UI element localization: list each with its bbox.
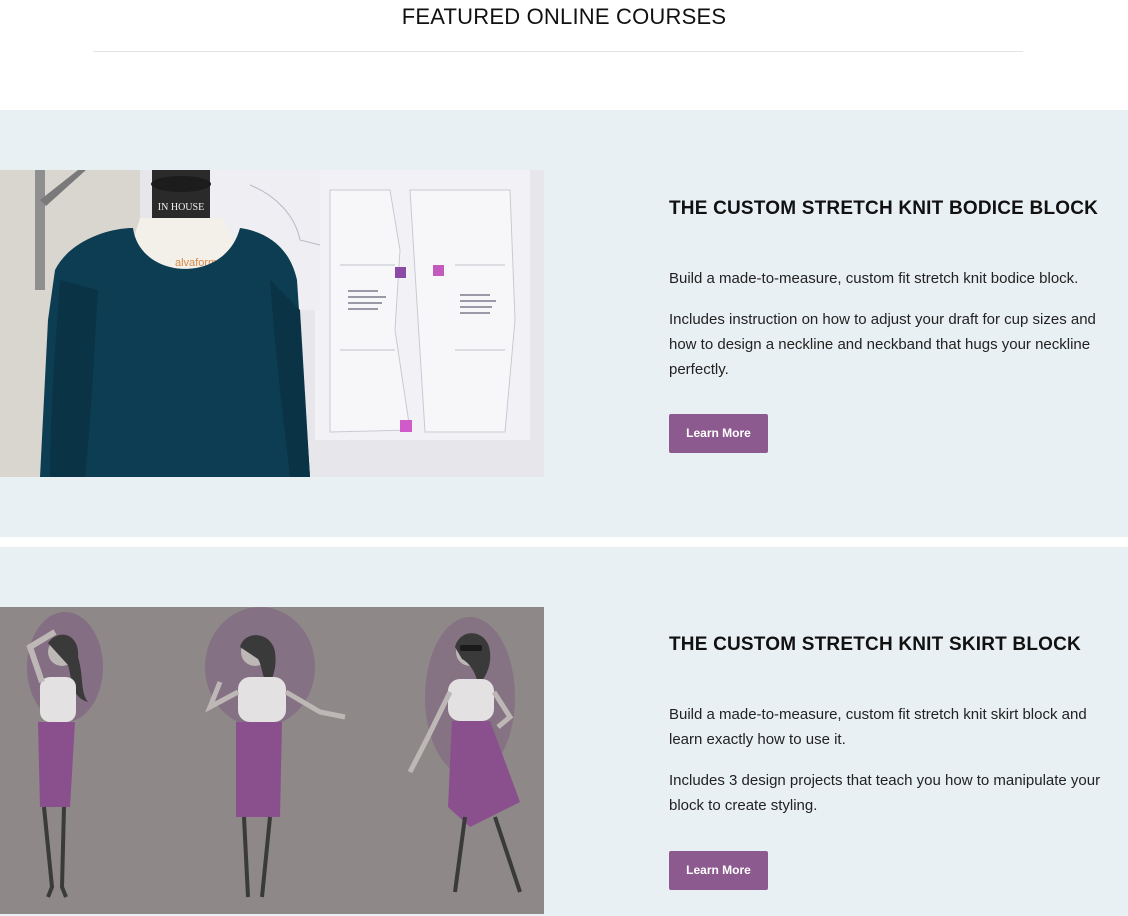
page-header: FEATURED ONLINE COURSES xyxy=(0,0,1128,110)
course-description: Includes instruction on how to adjust yo… xyxy=(669,311,1096,378)
dress-form-label: IN HOUSE xyxy=(158,202,204,213)
bodice-course-details: THE CUSTOM STRETCH KNIT BODICE BLOCK xyxy=(669,198,1119,220)
learn-more-button[interactable]: Learn More xyxy=(669,414,768,453)
course-card-bodice: IN HOUSE alvaform THE CUSTOM STRETCH KNI… xyxy=(0,110,1128,537)
course-title: THE CUSTOM STRETCH KNIT BODICE BLOCK xyxy=(669,198,1099,219)
header-divider xyxy=(93,51,1023,52)
course-description: Build a made-to-measure, custom fit stre… xyxy=(669,706,1087,748)
bodice-course-image: IN HOUSE alvaform xyxy=(0,170,544,477)
skirt-course-image xyxy=(0,607,544,914)
course-description: Includes 3 design projects that teach yo… xyxy=(669,772,1101,814)
course-title: THE CUSTOM STRETCH KNIT SKIRT BLOCK xyxy=(669,634,1081,655)
course-card-skirt: THE CUSTOM STRETCH KNIT SKIRT BLOCK Buil… xyxy=(0,547,1128,916)
learn-more-button[interactable]: Learn More xyxy=(669,851,768,890)
page-title: FEATURED ONLINE COURSES xyxy=(401,4,727,29)
course-description: Build a made-to-measure, custom fit stre… xyxy=(669,270,1079,287)
